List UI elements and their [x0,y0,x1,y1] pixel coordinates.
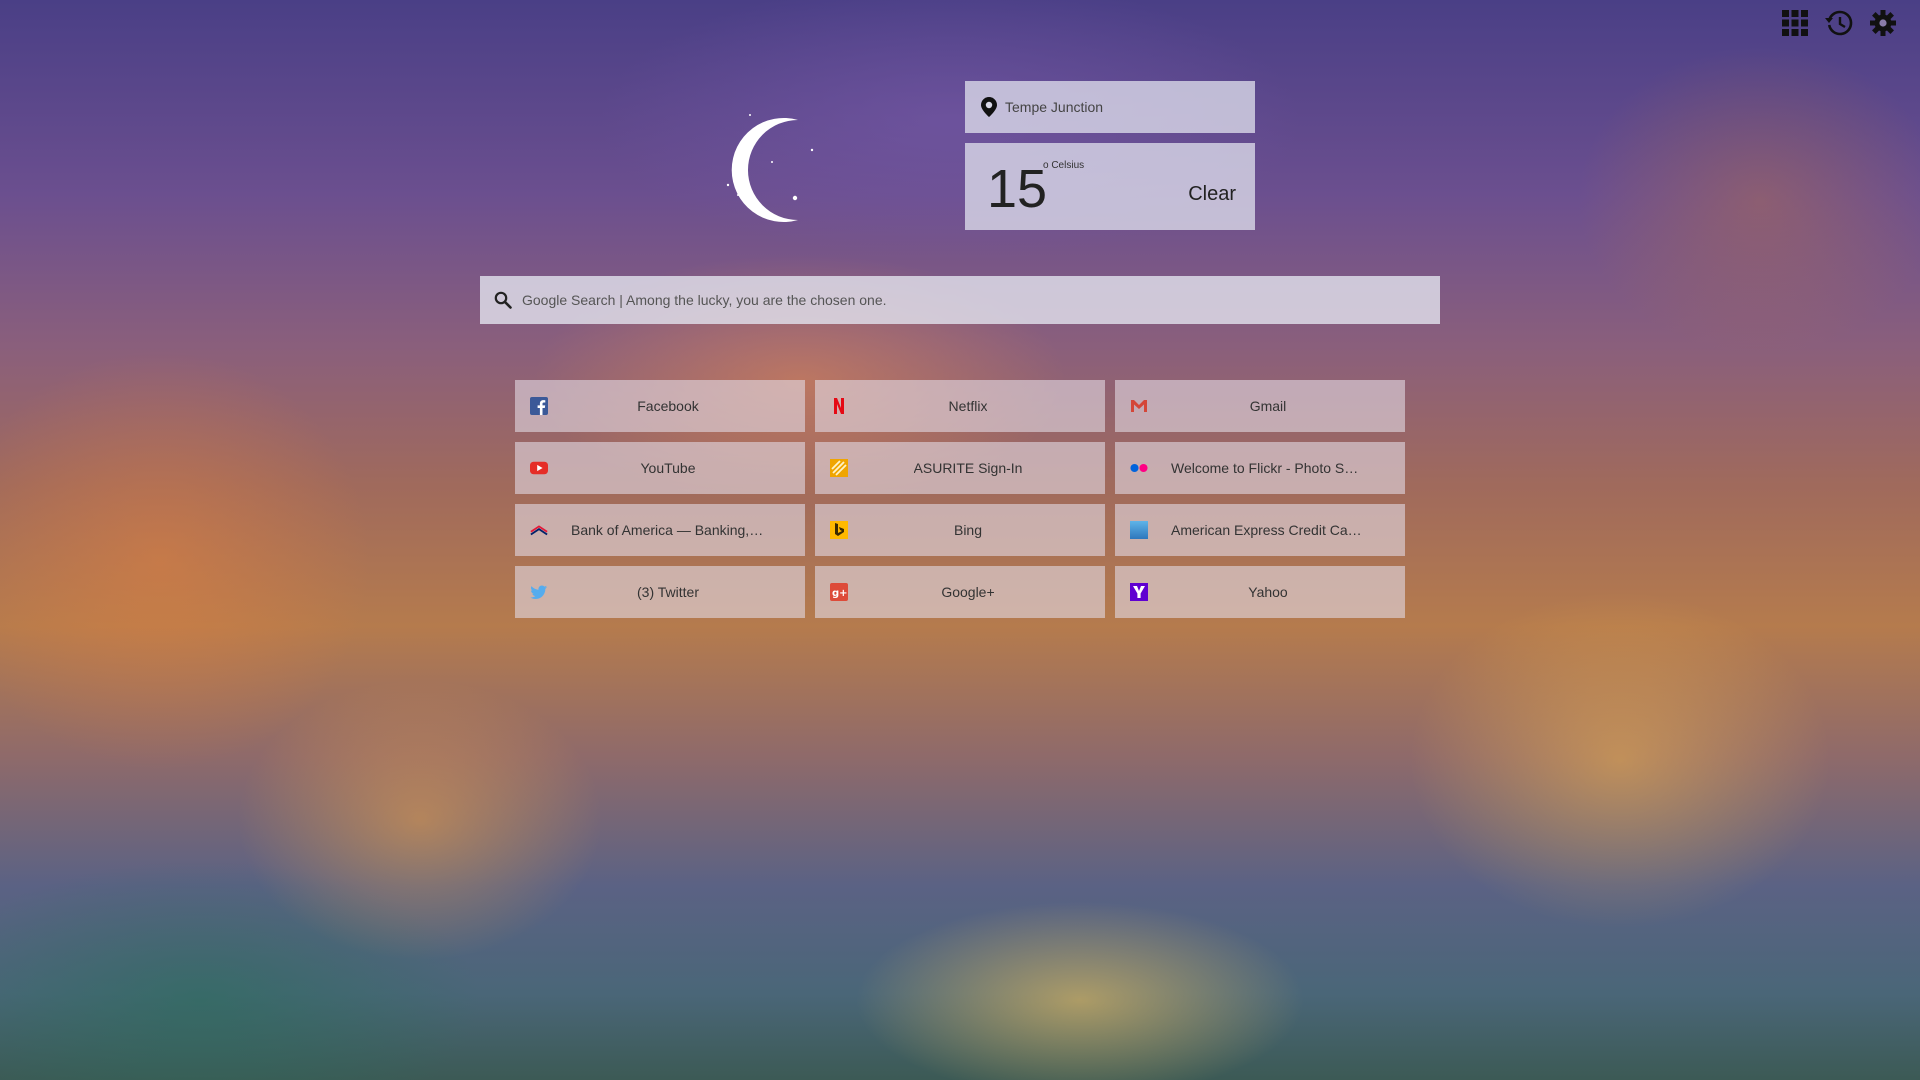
netflix-icon [830,397,848,415]
tile-label: Yahoo [1248,584,1288,600]
weather-condition: Clear [1188,183,1236,205]
tile-youtube[interactable]: YouTube [515,442,805,494]
yahoo-icon [1130,583,1148,601]
tile-gmail[interactable]: Gmail [1115,380,1405,432]
weather-panel[interactable]: 15 o Celsius Clear [965,143,1255,230]
tile-label: Google+ [941,584,995,600]
tile-facebook[interactable]: Facebook [515,380,805,432]
tile-bank-of-america[interactable]: Bank of America — Banking, … [515,504,805,556]
location-pin-icon [981,97,997,117]
tile-bing[interactable]: Bing [815,504,1105,556]
settings-gear-icon[interactable] [1868,8,1898,38]
tile-netflix[interactable]: Netflix [815,380,1105,432]
tile-twitter[interactable]: (3) Twitter [515,566,805,618]
tile-label: American Express Credit Car… [1171,522,1365,538]
search-input[interactable] [520,291,1424,309]
tile-label: Facebook [637,398,699,414]
tile-label: ASURITE Sign-In [913,460,1023,476]
search-bar [480,276,1440,324]
weather-location[interactable]: Tempe Junction [965,81,1255,133]
tile-yahoo[interactable]: Yahoo [1115,566,1405,618]
apps-grid-icon[interactable] [1780,8,1810,38]
tile-label: Bank of America — Banking, … [571,522,765,538]
tile-label: (3) Twitter [637,584,699,600]
gmail-icon [1130,397,1148,415]
youtube-icon [530,459,548,477]
speed-dial-grid: Facebook Netflix Gmail YouTube ASURITE S… [515,380,1405,618]
asurite-icon [830,459,848,477]
tile-asurite[interactable]: ASURITE Sign-In [815,442,1105,494]
temperature-value: 15 [987,159,1048,219]
moon-night-icon [700,100,840,240]
top-toolbar [1780,8,1898,38]
temperature-unit: o Celsius [1043,160,1085,171]
flickr-icon [1130,459,1148,477]
tile-label: YouTube [640,460,696,476]
bank-of-america-icon [530,521,548,539]
history-icon[interactable] [1824,8,1854,38]
tile-label: Gmail [1249,398,1287,414]
tile-label: Welcome to Flickr - Photo Sh… [1171,460,1365,476]
svg-text:g+: g+ [832,588,848,599]
american-express-icon [1130,521,1148,539]
twitter-icon [530,583,548,601]
tile-google-plus[interactable]: g+ Google+ [815,566,1105,618]
bing-icon [830,521,848,539]
tile-flickr[interactable]: Welcome to Flickr - Photo Sh… [1115,442,1405,494]
search-icon [494,291,512,309]
tile-american-express[interactable]: American Express Credit Car… [1115,504,1405,556]
facebook-icon [530,397,548,415]
tile-label: Bing [953,522,983,538]
location-name: Tempe Junction [1005,99,1104,115]
tile-label: Netflix [948,398,988,414]
google-plus-icon: g+ [830,583,848,601]
